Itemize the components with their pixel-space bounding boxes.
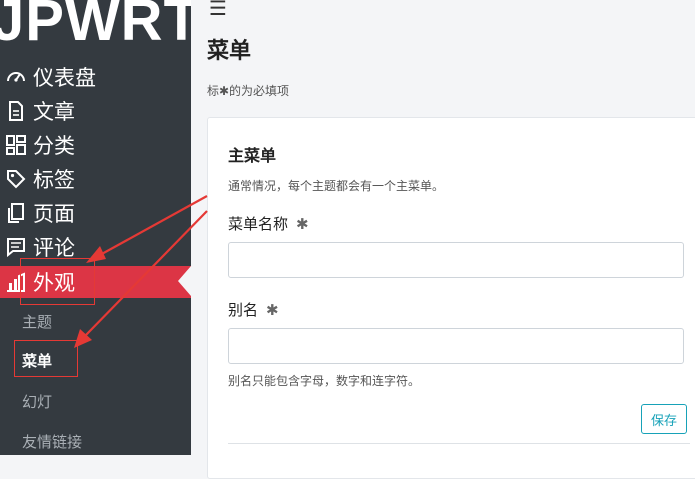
sidebar-item-label: 标签 xyxy=(33,168,75,192)
alias-label: 别名 ✱ xyxy=(228,299,279,320)
pages-icon xyxy=(5,202,27,224)
active-indicator xyxy=(178,266,191,296)
field-label-text: 菜单名称 xyxy=(228,215,289,233)
sidebar-subitem-links[interactable]: 友情链接 xyxy=(22,431,82,452)
required-star-icon: ✱ xyxy=(266,301,279,319)
sidebar-item-dashboard[interactable]: 仪表盘 xyxy=(0,60,191,94)
menu-name-label: 菜单名称 ✱ xyxy=(228,213,309,234)
sidebar-subitem-themes[interactable]: 主题 xyxy=(22,311,52,332)
sidebar-item-label: 文章 xyxy=(33,100,75,124)
card-description: 通常情况，每个主题都会有一个主菜单。 xyxy=(228,179,445,193)
card-title: 主菜单 xyxy=(228,146,277,165)
document-icon xyxy=(5,100,27,122)
save-button[interactable]: 保存 xyxy=(641,404,687,434)
alias-help-text: 别名只能包含字母，数字和连字符。 xyxy=(228,374,421,388)
sidebar-item-tags[interactable]: 标签 xyxy=(0,162,191,196)
sidebar-item-categories[interactable]: 分类 xyxy=(0,128,191,162)
grid-icon xyxy=(5,134,27,156)
sidebar-item-posts[interactable]: 文章 xyxy=(0,94,191,128)
card-divider xyxy=(228,443,690,444)
sidebar-item-label: 分类 xyxy=(33,134,75,158)
field-label-text: 别名 xyxy=(228,301,259,319)
menu-toggle-icon[interactable]: ☰ xyxy=(209,0,227,20)
annotation-box-appearance xyxy=(20,258,95,305)
tag-icon xyxy=(5,168,27,190)
sidebar-item-label: 仪表盘 xyxy=(33,66,96,90)
comment-icon xyxy=(5,236,27,258)
required-note: 标✱的为必填项 xyxy=(207,84,290,98)
sidebar: JPWRT 仪表盘 文章 分类 标签 页面 评论 外观 主题 菜单 幻灯 友情链… xyxy=(0,0,191,455)
required-star-icon: ✱ xyxy=(296,215,309,233)
site-brand[interactable]: JPWRT xyxy=(0,0,191,50)
annotation-box-menus xyxy=(14,340,78,377)
page-title: 菜单 xyxy=(207,39,252,64)
sidebar-item-pages[interactable]: 页面 xyxy=(0,196,191,230)
sidebar-subitem-slides[interactable]: 幻灯 xyxy=(22,391,52,412)
main-content: ☰ 菜单 标✱的为必填项 主菜单 通常情况，每个主题都会有一个主菜单。 菜单名称… xyxy=(191,0,695,479)
menu-card: 主菜单 通常情况，每个主题都会有一个主菜单。 菜单名称 ✱ 别名 ✱ 别名只能包含字… xyxy=(207,117,695,479)
sidebar-item-label: 页面 xyxy=(33,202,75,226)
dashboard-gauge-icon xyxy=(5,66,27,88)
menu-name-input[interactable] xyxy=(228,242,684,278)
alias-input[interactable] xyxy=(228,328,684,364)
